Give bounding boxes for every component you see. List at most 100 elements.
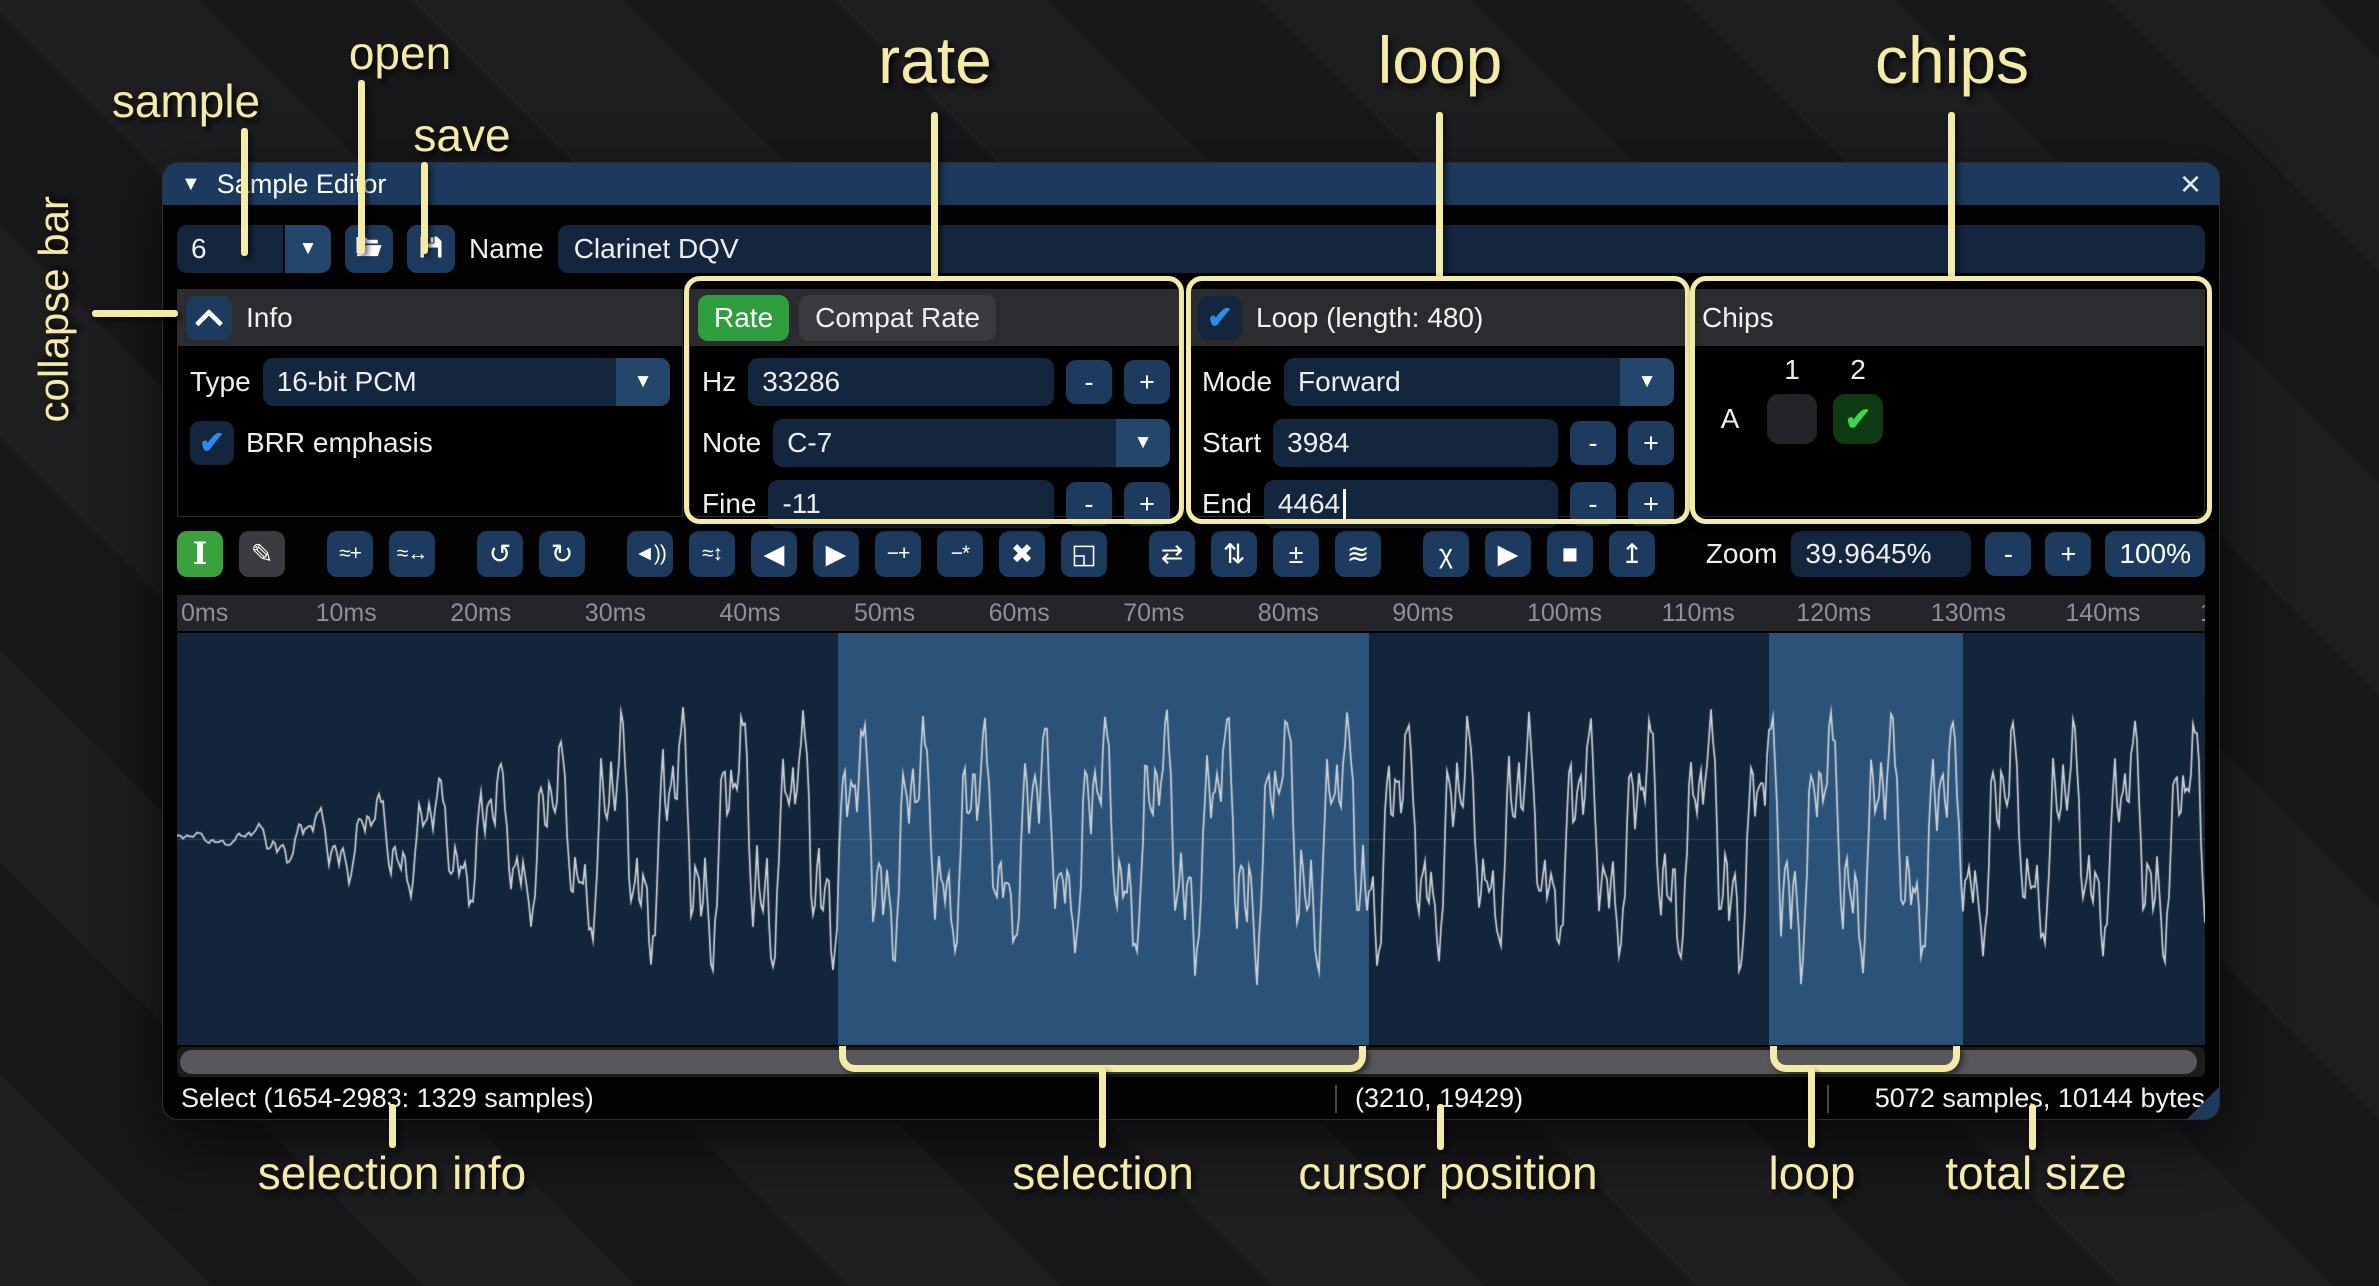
type-select[interactable]: 16-bit PCM ▼ — [263, 358, 670, 406]
loop-start-minus-button[interactable]: - — [1570, 421, 1616, 465]
collapse-chevron-button[interactable] — [186, 296, 232, 340]
brr-emphasis-label: BRR emphasis — [246, 427, 433, 459]
chips-grid: 12A✔ — [1706, 350, 2192, 448]
annotation-save-label: save — [413, 108, 510, 162]
loop-mode-select[interactable]: Forward ▼ — [1284, 358, 1674, 406]
undo-button[interactable]: ↺ — [477, 531, 523, 577]
annotation-loop-label: loop — [1378, 22, 1503, 98]
loop-mode-value: Forward — [1284, 366, 1620, 398]
loop-start-input[interactable]: 3984 — [1273, 419, 1558, 467]
toolbar-group: ↺↻ — [477, 531, 585, 577]
hz-plus-button[interactable]: + — [1124, 360, 1170, 404]
invert-button[interactable]: ⇅ — [1211, 531, 1257, 577]
normalize-button[interactable]: ≈↕ — [689, 531, 735, 577]
compat-rate-tab[interactable]: Compat Rate — [799, 295, 996, 341]
scrollbar-thumb[interactable] — [180, 1050, 2197, 1074]
filter-button[interactable]: ≋ — [1335, 531, 1381, 577]
zoom-input[interactable]: 39.9645% — [1791, 531, 1971, 577]
rate-tab[interactable]: Rate — [698, 295, 789, 341]
fine-plus-button[interactable]: + — [1124, 482, 1170, 526]
hz-minus-button[interactable]: - — [1066, 360, 1112, 404]
play-button[interactable]: ▶ — [1485, 531, 1531, 577]
delete-button[interactable]: ✖ — [999, 531, 1045, 577]
zoom-in-button[interactable]: + — [2045, 532, 2091, 576]
zoom-reset-button[interactable]: 100% — [2105, 531, 2205, 577]
crossfade-button[interactable]: χ — [1423, 531, 1469, 577]
redo-button[interactable]: ↻ — [539, 531, 585, 577]
loop-end-minus-button[interactable]: - — [1570, 482, 1616, 526]
waveform-display[interactable] — [177, 633, 2205, 1045]
upload-button[interactable]: ↥ — [1609, 531, 1655, 577]
fine-minus-button[interactable]: - — [1066, 482, 1112, 526]
fade-in-button[interactable]: ◀ — [751, 531, 797, 577]
timeline-label: 110ms — [1662, 599, 1735, 628]
chip-checkbox[interactable] — [1767, 394, 1817, 444]
note-select[interactable]: C-7 ▼ — [773, 419, 1170, 467]
loop-start-plus-button[interactable]: + — [1628, 421, 1674, 465]
reverse-button[interactable]: ⇄ — [1149, 531, 1195, 577]
status-bar: Select (1654-2983: 1329 samples) (3210, … — [177, 1081, 2205, 1117]
insert-silence-button[interactable]: −+ — [875, 531, 921, 577]
brr-emphasis-checkbox[interactable]: ✔ — [190, 421, 234, 465]
hz-input[interactable]: 33286 — [748, 358, 1054, 406]
floppy-disk-icon — [417, 233, 445, 266]
resize-grip[interactable] — [2187, 1087, 2219, 1119]
save-sample-button[interactable] — [407, 225, 455, 273]
sample-number-field[interactable]: 6 — [177, 225, 283, 273]
chips-panel-title: Chips — [1702, 302, 1774, 334]
timeline-label: 70ms — [1123, 599, 1184, 628]
horizontal-scrollbar[interactable] — [177, 1047, 2205, 1077]
chevron-down-icon[interactable]: ▼ — [285, 225, 331, 273]
fine-input[interactable]: -11 — [768, 480, 1054, 528]
fade-out-button[interactable]: ▶ — [813, 531, 859, 577]
resample-button[interactable]: ≈↔ — [389, 531, 435, 577]
chevron-down-icon[interactable]: ▼ — [616, 358, 670, 406]
folder-open-icon — [354, 232, 384, 267]
timeline-ruler[interactable]: 0ms10ms20ms30ms40ms50ms60ms70ms80ms90ms1… — [177, 595, 2205, 631]
select-tool-button[interactable]: I — [177, 531, 223, 577]
draw-tool-button[interactable]: ✎ — [239, 531, 285, 577]
waveform-canvas[interactable] — [177, 633, 2205, 1045]
annotation-loop-marker-label: loop — [1769, 1146, 1856, 1200]
timeline-label: 60ms — [989, 599, 1050, 628]
timeline-label: 30ms — [585, 599, 646, 628]
zoom-out-button[interactable]: - — [1985, 532, 2031, 576]
loop-end-plus-button[interactable]: + — [1628, 482, 1674, 526]
note-label: Note — [702, 427, 761, 459]
annotation-rate-label: rate — [878, 22, 992, 98]
chevron-down-icon[interactable]: ▼ — [1620, 358, 1674, 406]
loop-end-input[interactable]: 4464 — [1264, 480, 1558, 528]
titlebar[interactable]: ▼ Sample Editor × — [163, 163, 2219, 205]
annotation-cursor-position-label: cursor position — [1298, 1146, 1597, 1200]
close-icon[interactable]: × — [2180, 166, 2201, 202]
open-sample-button[interactable] — [345, 225, 393, 273]
panels-row: Info Type 16-bit PCM ▼ ✔ BRR emphasis — [177, 289, 2205, 517]
chips-panel: Chips 12A✔ — [1693, 289, 2205, 517]
chevron-down-icon[interactable]: ▼ — [1116, 419, 1170, 467]
annotation-collapse-bar-label: collapse bar — [30, 196, 78, 422]
timeline-label: 20ms — [450, 599, 511, 628]
timeline-label: 40ms — [719, 599, 780, 628]
amplify-button[interactable]: ◄)) — [627, 531, 673, 577]
timeline-label: 130ms — [1931, 599, 2006, 628]
type-label: Type — [190, 366, 251, 398]
loop-enable-checkbox[interactable]: ✔ — [1198, 296, 1242, 340]
stop-button[interactable]: ■ — [1547, 531, 1593, 577]
toolbar-group: ⇄ ⇅ ± ≋ — [1149, 531, 1381, 577]
timeline-label: 120ms — [1796, 599, 1871, 628]
sample-number-combo[interactable]: 6 ▼ — [177, 225, 331, 273]
annotation-open-label: open — [349, 26, 451, 80]
sign-button[interactable]: ± — [1273, 531, 1319, 577]
total-size-text: 5072 samples, 10144 bytes — [1875, 1083, 2205, 1114]
annotation-selection-label: selection — [1012, 1146, 1194, 1200]
trim-button[interactable]: ◱ — [1061, 531, 1107, 577]
type-select-value: 16-bit PCM — [263, 366, 616, 398]
window-collapse-icon[interactable]: ▼ — [181, 173, 201, 196]
info-panel: Info Type 16-bit PCM ▼ ✔ BRR emphasis — [177, 289, 683, 517]
timeline-label: 80ms — [1258, 599, 1319, 628]
chip-checkbox[interactable]: ✔ — [1833, 394, 1883, 444]
timeline-label: 150ms — [2200, 599, 2205, 628]
sample-name-input[interactable]: Clarinet DQV — [558, 225, 2205, 273]
resize-button[interactable]: ≈+ — [327, 531, 373, 577]
apply-silence-button[interactable]: −* — [937, 531, 983, 577]
